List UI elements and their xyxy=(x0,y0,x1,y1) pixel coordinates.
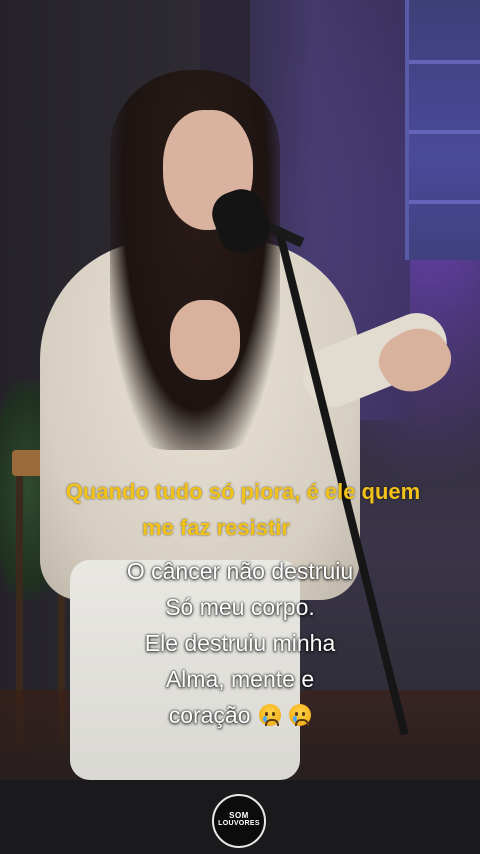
crying-face-icon xyxy=(258,704,281,726)
lyric-line-2: me faz resistir xyxy=(142,515,290,540)
message-line-3: Ele destruiu minha xyxy=(144,630,336,656)
message-line-2: Só meu corpo. xyxy=(165,594,315,620)
video-frame[interactable]: Quando tudo só piora, é ele quem me faz … xyxy=(0,0,480,780)
singer-hand-left xyxy=(170,300,240,380)
message-line-1: O câncer não destruiu xyxy=(126,558,354,584)
message-line-5: coração xyxy=(168,702,251,728)
background-window xyxy=(405,0,480,260)
crying-face-icon xyxy=(289,704,312,726)
som-louvores-logo: SOM LOUVORES xyxy=(212,794,266,848)
lyric-line-1: Quando tudo só piora, é ele quem xyxy=(65,479,421,504)
message-caption: O câncer não destruiu Só meu corpo. Ele … xyxy=(0,553,480,733)
message-line-4: Alma, mente e xyxy=(165,666,315,692)
lyric-caption: Quando tudo só piora, é ele quem me faz … xyxy=(0,474,480,546)
logo-text-top: SOM xyxy=(229,811,249,820)
logo-text-bottom: LOUVORES xyxy=(218,820,260,827)
